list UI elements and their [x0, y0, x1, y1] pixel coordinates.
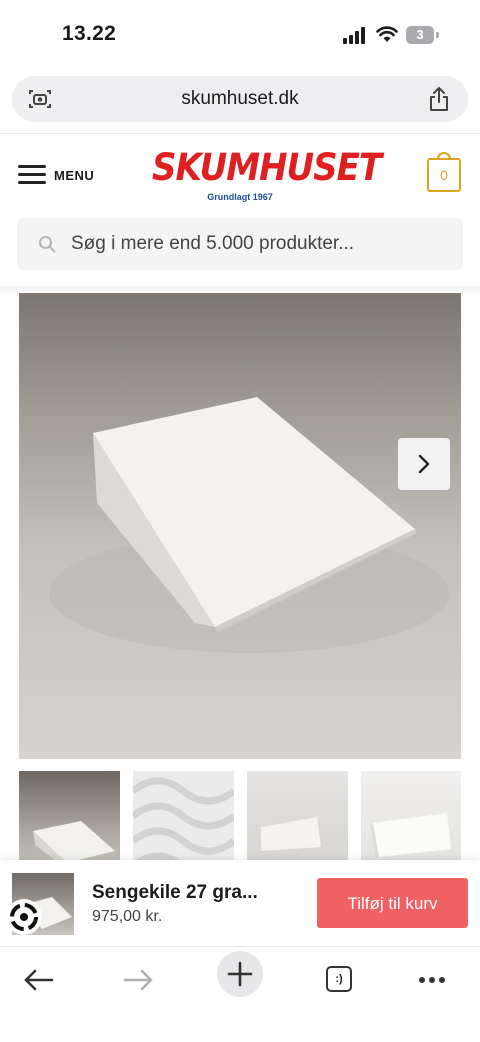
- tabs-icon[interactable]: :): [316, 955, 364, 1003]
- wifi-icon: [376, 26, 398, 42]
- status-time: 13.22: [62, 22, 117, 45]
- cart-count: 0: [440, 167, 448, 183]
- shopping-bag-icon: [437, 152, 451, 160]
- share-icon[interactable]: [428, 86, 450, 112]
- more-icon[interactable]: [408, 955, 456, 1003]
- search-icon: [39, 236, 56, 253]
- menu-button[interactable]: MENU: [18, 160, 94, 190]
- add-to-cart-button[interactable]: Tilføj til kurv: [317, 878, 468, 928]
- forward-icon[interactable]: [115, 955, 163, 1003]
- menu-label: MENU: [54, 167, 95, 183]
- search-input[interactable]: [71, 218, 451, 270]
- address-bar[interactable]: skumhuset.dk: [12, 76, 468, 122]
- next-image-button[interactable]: [398, 438, 450, 490]
- product-price: 975,00 kr.: [92, 908, 163, 925]
- cellular-signal-icon: [343, 27, 365, 44]
- status-bar: 13.22 3: [0, 0, 480, 70]
- loading-spinner-icon: [6, 899, 42, 935]
- battery-icon: 3: [406, 26, 440, 44]
- divider: [0, 133, 480, 134]
- thumbnail-4[interactable]: [361, 771, 461, 861]
- product-title: Sengekile 27 gra...: [92, 882, 258, 903]
- site-logo[interactable]: SKUMHUSET Grundlagt 1967: [152, 146, 382, 206]
- tabs-label: :): [326, 966, 352, 992]
- new-tab-button[interactable]: [217, 951, 263, 997]
- product-main-image[interactable]: [19, 293, 461, 759]
- battery-level: 3: [406, 26, 434, 44]
- plus-icon: [227, 961, 253, 987]
- cart-button[interactable]: 0: [427, 152, 461, 192]
- thumbnail-2[interactable]: [133, 771, 234, 861]
- thumbnail-1[interactable]: [19, 771, 120, 861]
- chevron-right-icon: [418, 454, 430, 474]
- thumbnail-3[interactable]: [247, 771, 348, 861]
- search-bar[interactable]: [17, 218, 463, 270]
- back-icon[interactable]: [14, 955, 62, 1003]
- thumbnail-strip: [19, 771, 461, 861]
- logo-tagline: Grundlagt 1967: [207, 192, 273, 202]
- logo-text: SKUMHUSET: [152, 146, 382, 190]
- browser-toolbar: :): [0, 946, 480, 1042]
- wedge-illustration: [49, 397, 449, 653]
- hamburger-icon: [18, 165, 46, 185]
- url-text[interactable]: skumhuset.dk: [12, 76, 468, 122]
